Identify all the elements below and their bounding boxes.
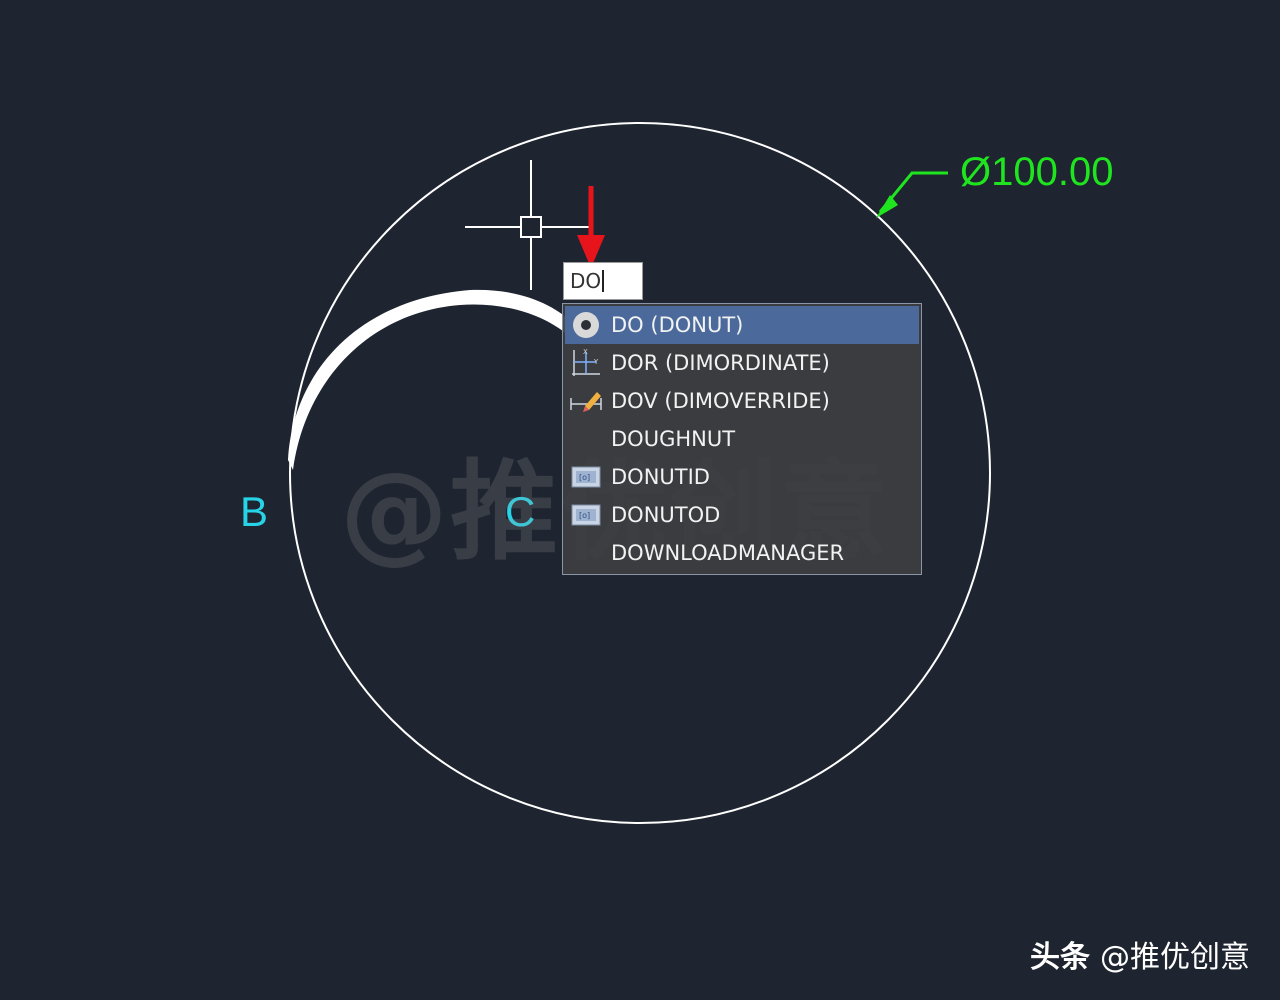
- autocomplete-item-label: DO (DONUT): [611, 313, 744, 337]
- autocomplete-item-dimoverride[interactable]: DOV (DIMOVERRIDE): [565, 382, 919, 420]
- command-input-text: DO: [570, 269, 602, 293]
- donut-id-icon: [o]: [569, 462, 603, 492]
- autocomplete-item-dimordinate[interactable]: XY DOR (DIMORDINATE): [565, 344, 919, 382]
- svg-text:[o]: [o]: [579, 473, 590, 482]
- autocomplete-item-label: DOWNLOADMANAGER: [611, 541, 845, 565]
- svg-text:[o]: [o]: [579, 511, 590, 520]
- thick-arc-geometry: [288, 289, 575, 470]
- autocomplete-item-downloadmanager[interactable]: DOWNLOADMANAGER: [565, 534, 919, 572]
- autocomplete-item-donut[interactable]: DO (DONUT): [565, 306, 919, 344]
- autocomplete-item-label: DOR (DIMORDINATE): [611, 351, 830, 375]
- text-caret: [602, 270, 605, 292]
- svg-text:Y: Y: [593, 358, 599, 366]
- donut-icon: [569, 310, 603, 340]
- autocomplete-item-label: DONUTOD: [611, 503, 721, 527]
- blank-icon: [569, 424, 603, 454]
- autocomplete-item-doughnut[interactable]: DOUGHNUT: [565, 420, 919, 458]
- blank-icon: [569, 538, 603, 568]
- dimoverride-icon: [569, 386, 603, 416]
- autocomplete-menu: DO (DONUT) XY DOR (DIMORDINATE) DOV (DIM…: [562, 303, 922, 575]
- dimordinate-icon: XY: [569, 348, 603, 378]
- point-label-b: B: [240, 488, 269, 535]
- autocomplete-item-label: DOUGHNUT: [611, 427, 736, 451]
- dimension-arrowhead: [876, 195, 898, 218]
- svg-text:X: X: [583, 348, 588, 356]
- autocomplete-item-label: DONUTID: [611, 465, 710, 489]
- dimension-text: Ø100.00: [960, 150, 1114, 194]
- footer-brand: 头条: [1030, 940, 1090, 975]
- autocomplete-item-donutod[interactable]: [o] DONUTOD: [565, 496, 919, 534]
- command-input[interactable]: DO: [563, 262, 643, 300]
- footer-handle: @推优创意: [1100, 940, 1250, 975]
- point-label-c: C: [505, 488, 536, 535]
- autocomplete-item-label: DOV (DIMOVERRIDE): [611, 389, 830, 413]
- autocomplete-item-donutid[interactable]: [o] DONUTID: [565, 458, 919, 496]
- donut-od-icon: [o]: [569, 500, 603, 530]
- footer-attribution: 头条 @推优创意: [1030, 932, 1250, 976]
